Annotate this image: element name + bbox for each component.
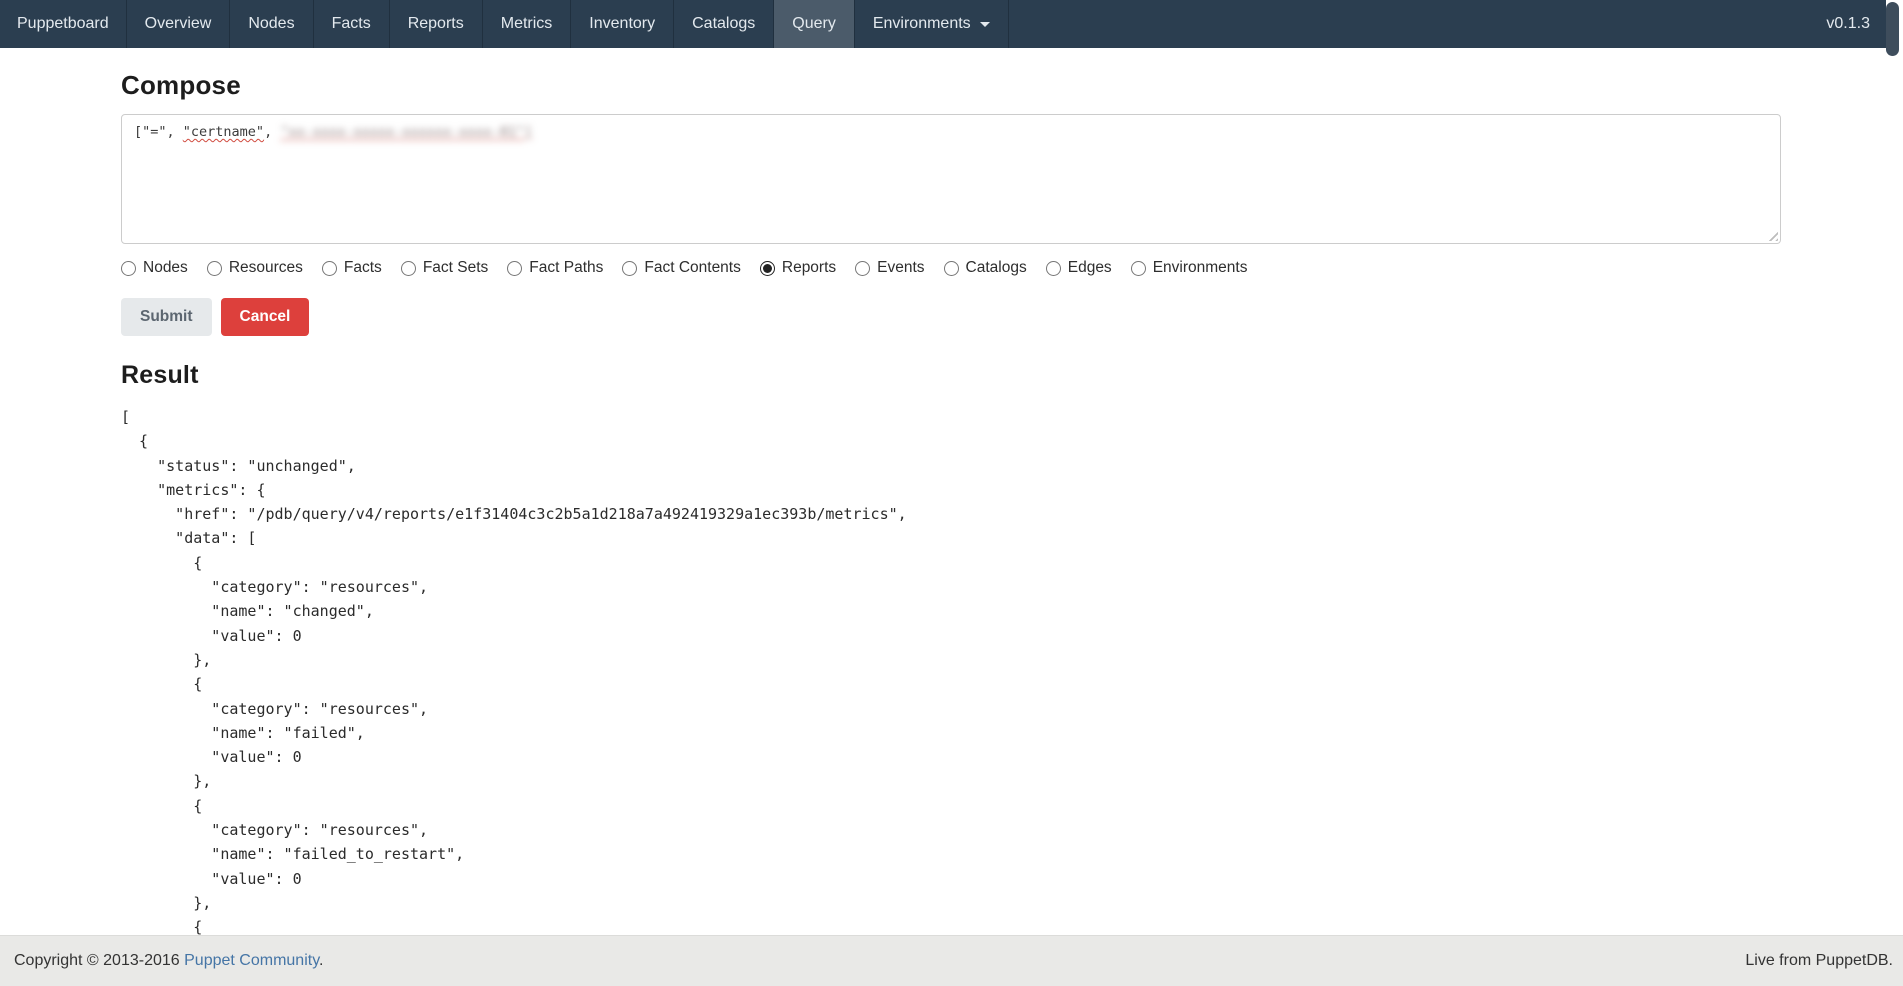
navbar-item[interactable]: Facts [314,0,390,48]
result-json-output: [ { "status": "unchanged", "metrics": { … [121,405,1781,964]
query-text-part1: ["=", [134,124,183,140]
endpoint-radio-option[interactable]: Facts [322,259,382,277]
endpoint-radio-option[interactable]: Resources [207,259,303,277]
navbar-item[interactable]: Catalogs [674,0,774,48]
navbar-item-label: Nodes [248,15,294,33]
navbar-item[interactable]: Overview [127,0,231,48]
radio-input[interactable] [322,261,337,276]
page-scrollbar-thumb[interactable] [1886,2,1899,56]
query-textarea[interactable]: ["=", "certname", "xx-xxxx-xxxxx-xxxxxx-… [121,114,1781,244]
endpoint-label: Nodes [143,259,188,277]
version-label: v0.1.3 [1810,0,1886,48]
navbar-item-label: Inventory [589,15,655,33]
endpoint-label: Events [877,259,924,277]
form-buttons: Submit Cancel [121,298,1781,336]
navbar-item-label: Environments [873,15,971,33]
query-certname: "certname" [183,124,264,140]
endpoint-label: Catalogs [966,259,1027,277]
endpoint-label: Fact Paths [529,259,603,277]
endpoint-radio-option[interactable]: Fact Contents [622,259,741,277]
textarea-resize-grip[interactable] [1765,228,1778,241]
radio-input[interactable] [121,261,136,276]
radio-input[interactable] [1131,261,1146,276]
endpoint-label: Fact Contents [644,259,741,277]
endpoint-radio-option[interactable]: Fact Paths [507,259,603,277]
chevron-down-icon [980,22,990,27]
navbar-item[interactable]: Reports [390,0,483,48]
endpoint-label: Facts [344,259,382,277]
navbar-item-label: Metrics [501,15,553,33]
puppet-community-link[interactable]: Puppet Community [184,952,319,969]
copyright-text: Copyright © 2013-2016 Puppet Community. [14,952,323,970]
radio-input[interactable] [1046,261,1061,276]
radio-input[interactable] [855,261,870,276]
navbar-item[interactable]: Environments [855,0,1009,48]
endpoint-label: Environments [1153,259,1248,277]
navbar-item-label: Query [792,15,836,33]
endpoint-radio-option[interactable]: Reports [760,259,836,277]
endpoint-radio-option[interactable]: Edges [1046,259,1112,277]
navbar-item[interactable]: Nodes [230,0,313,48]
radio-input[interactable] [622,261,637,276]
radio-input[interactable] [207,261,222,276]
endpoint-radio-option[interactable]: Fact Sets [401,259,488,277]
endpoint-label: Reports [782,259,836,277]
radio-input[interactable] [760,261,775,276]
endpoint-radio-option[interactable]: Environments [1131,259,1248,277]
copyright-prefix: Copyright © 2013-2016 [14,952,184,969]
radio-input[interactable] [944,261,959,276]
query-text-part2: , [264,124,280,140]
copyright-suffix: . [319,952,323,969]
cancel-button[interactable]: Cancel [221,298,310,336]
result-heading: Result [121,361,1781,390]
endpoint-radio-option[interactable]: Catalogs [944,259,1027,277]
navbar-item[interactable]: Metrics [483,0,572,48]
navbar-item-label: Catalogs [692,15,755,33]
compose-heading: Compose [121,70,1781,101]
main-content: Compose ["=", "certname", "xx-xxxx-xxxxx… [121,48,1781,964]
endpoint-label: Fact Sets [423,259,488,277]
endpoint-radio-group: Nodes Resources Facts Fact Sets Fact Pat… [121,259,1781,277]
navbar-item-label: Facts [332,15,371,33]
submit-button[interactable]: Submit [121,298,212,336]
endpoint-radio-option[interactable]: Nodes [121,259,188,277]
endpoint-label: Edges [1068,259,1112,277]
navbar-item-label: Reports [408,15,464,33]
endpoint-radio-option[interactable]: Events [855,259,924,277]
top-navbar: Puppetboard Overview Nodes Facts Reports… [0,0,1886,48]
radio-input[interactable] [401,261,416,276]
live-from-puppetdb-text: Live from PuppetDB. [1745,952,1893,970]
endpoint-label: Resources [229,259,303,277]
query-redacted-value: "xx-xxxx-xxxxx-xxxxxx-xxxx-01"] [280,124,532,140]
navbar-brand[interactable]: Puppetboard [0,0,127,48]
navbar-item[interactable]: Query [774,0,855,48]
navbar-items: Overview Nodes Facts Reports Metrics Inv… [127,0,1009,48]
radio-input[interactable] [507,261,522,276]
navbar-item[interactable]: Inventory [571,0,674,48]
page-footer: Copyright © 2013-2016 Puppet Community. … [0,935,1903,986]
navbar-item-label: Overview [145,15,212,33]
